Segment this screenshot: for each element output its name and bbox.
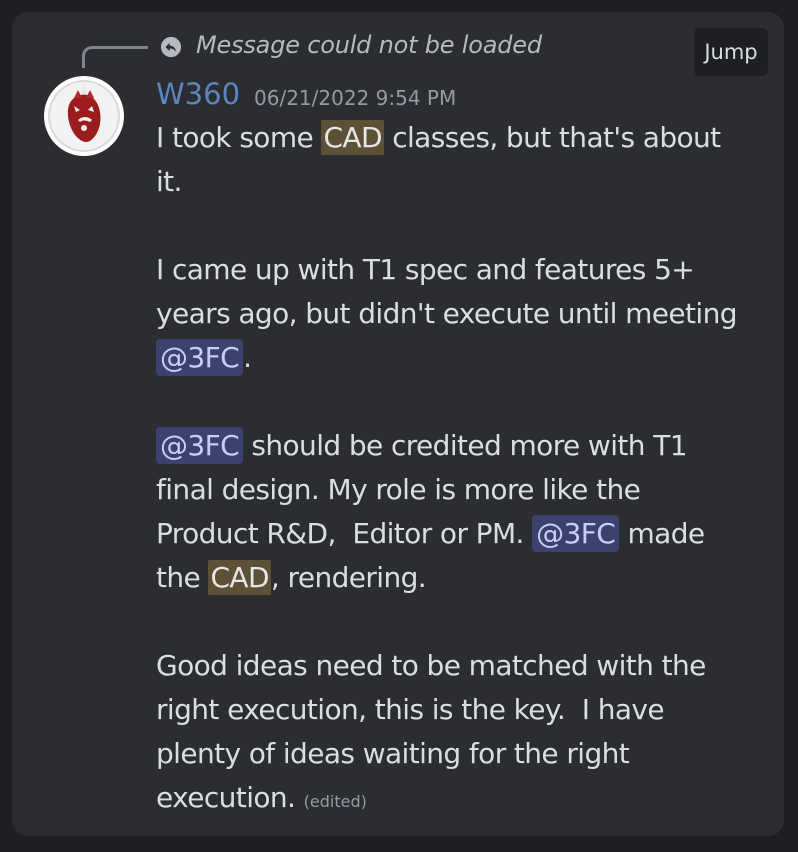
volleyball-face-avatar-icon [48, 80, 120, 152]
search-highlight: CAD [208, 560, 271, 595]
message-text: should be credited more with T1 [243, 429, 687, 462]
message-line: execution. (edited) [156, 776, 756, 820]
message-text: Good ideas need to be matched with the [156, 649, 706, 682]
timestamp[interactable]: 06/21/2022 9:54 PM [254, 86, 456, 110]
message-line: it. [156, 160, 756, 204]
message-line: Product R&D, Editor or PM. @3FC made [156, 512, 756, 556]
message-line: @3FC. [156, 336, 756, 380]
message-line: plenty of ideas waiting for the right [156, 732, 756, 776]
edited-label[interactable]: (edited) [304, 792, 367, 811]
user-mention[interactable]: @3FC [156, 339, 244, 376]
message-line: right execution, this is the key. I have [156, 688, 756, 732]
message-text: the [156, 561, 209, 594]
message-text: I came up with T1 spec and features 5+ [156, 253, 695, 286]
message-text: right execution, this is the key. I have [156, 693, 665, 726]
message-line: I took some CAD classes, but that's abou… [156, 116, 756, 160]
message-text: Product R&D, Editor or PM. [156, 517, 533, 550]
message-text: made [619, 517, 706, 550]
user-mention[interactable]: @3FC [532, 515, 620, 552]
message-text: final design. My role is more like the [156, 473, 641, 506]
message-text: . [243, 341, 252, 374]
message-line: the CAD, rendering. [156, 556, 756, 600]
message-text: I took some [156, 121, 322, 154]
message-text: , rendering. [270, 561, 427, 594]
user-mention[interactable]: @3FC [156, 427, 244, 464]
message-text: execution. [156, 781, 304, 814]
message-text: it. [156, 165, 182, 198]
message-content: I took some CAD classes, but that's abou… [156, 116, 756, 820]
message-line: @3FC should be credited more with T1 [156, 424, 756, 468]
message-line: I came up with T1 spec and features 5+ [156, 248, 756, 292]
message-text: years ago, but didn't execute until meet… [156, 297, 738, 330]
avatar[interactable] [44, 76, 124, 156]
reply-spine [82, 46, 148, 68]
jump-button[interactable]: Jump [694, 28, 768, 76]
message-line: years ago, but didn't execute until meet… [156, 292, 756, 336]
message-line: Good ideas need to be matched with the [156, 644, 756, 688]
username[interactable]: W360 [156, 77, 240, 111]
message-text: plenty of ideas waiting for the right [156, 737, 630, 770]
reply-unavailable-text[interactable]: Message could not be loaded [196, 31, 542, 59]
message-line: final design. My role is more like the [156, 468, 756, 512]
message-text: classes, but that's about [383, 121, 721, 154]
search-highlight: CAD [321, 120, 384, 155]
reply-icon [159, 35, 183, 59]
